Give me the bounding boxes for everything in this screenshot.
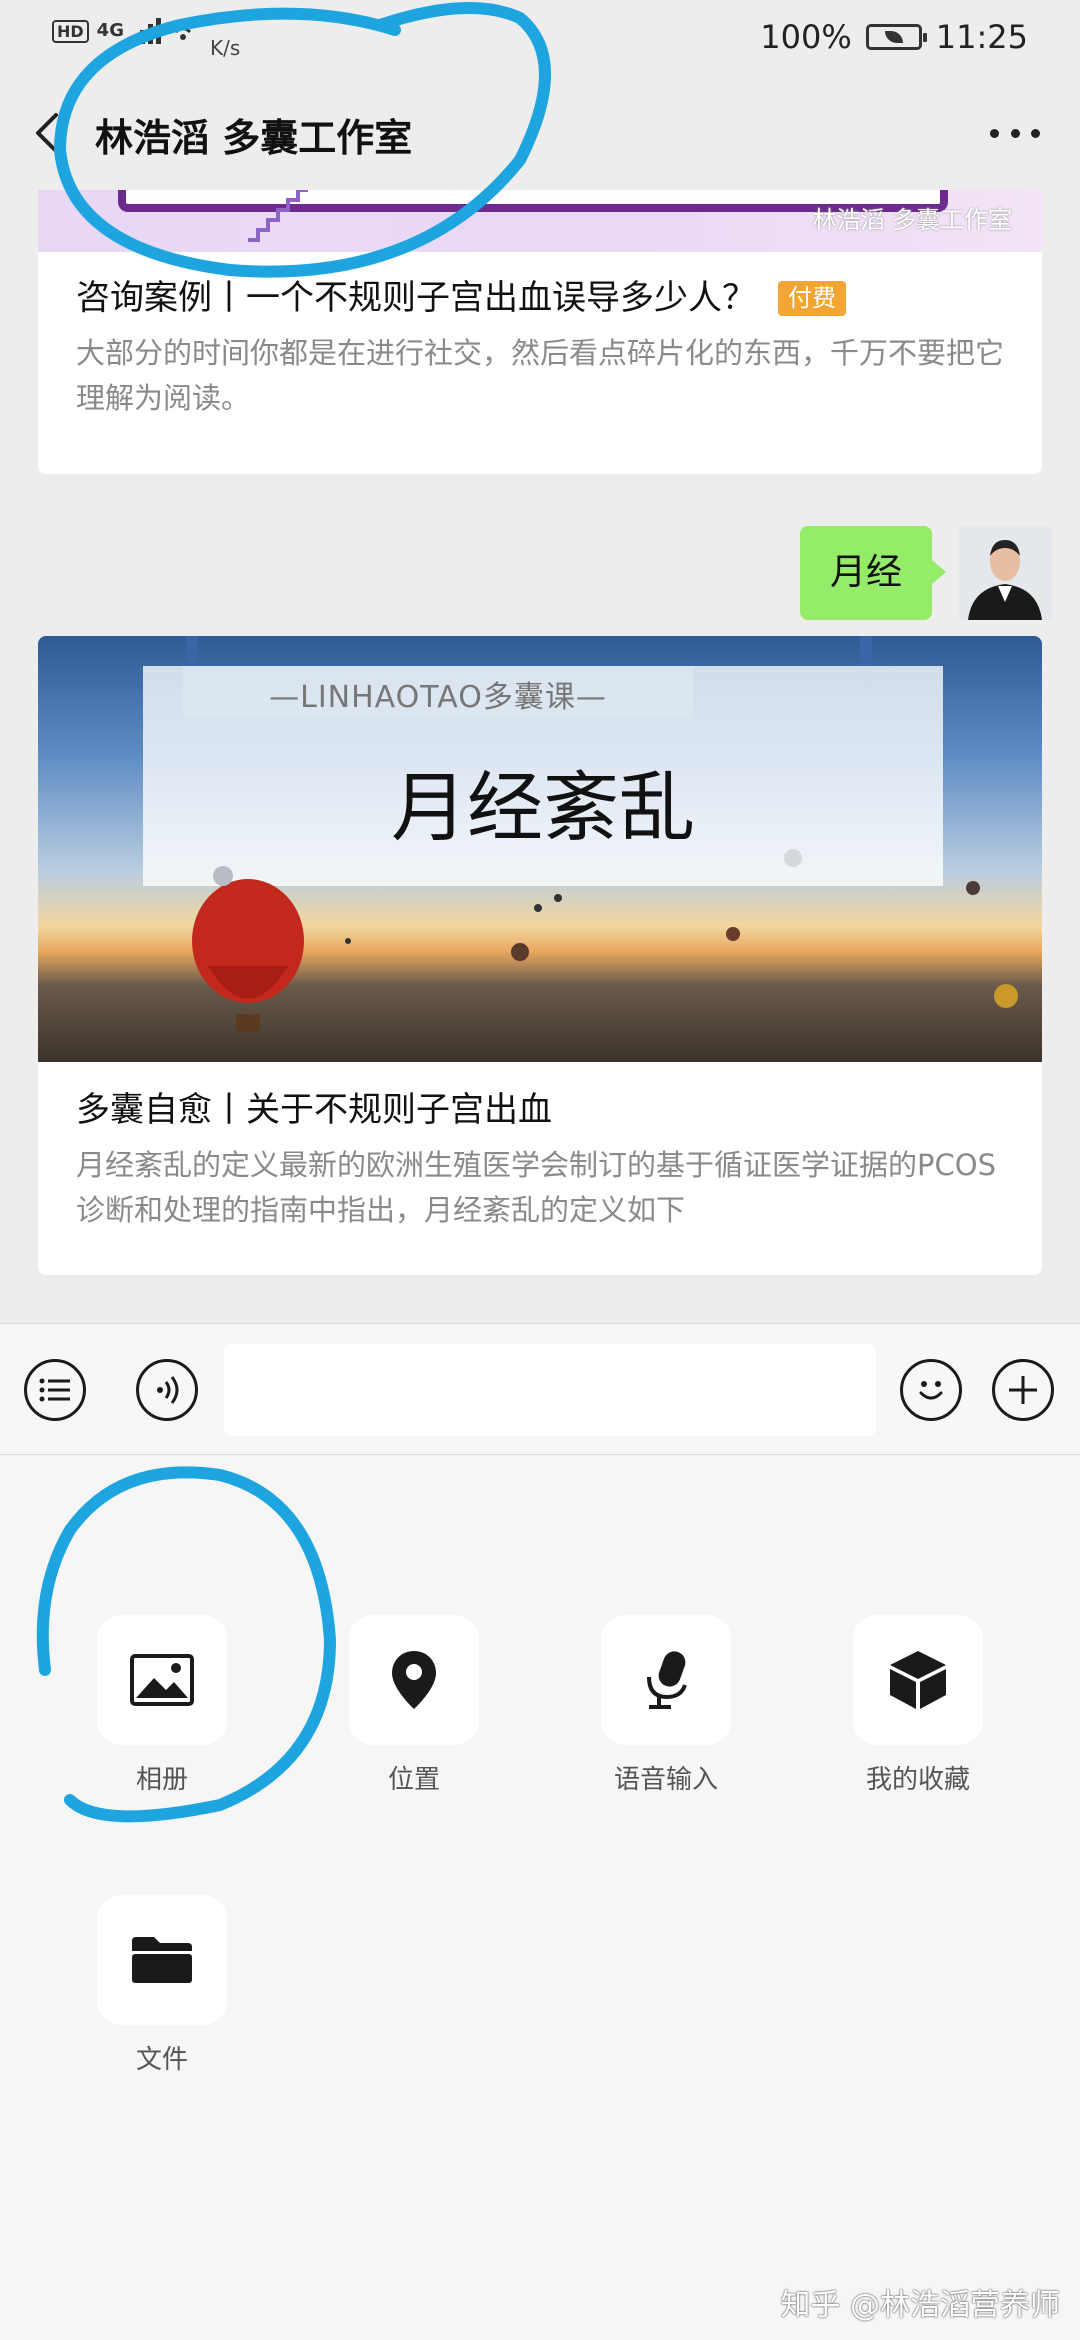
emoji-button[interactable] bbox=[900, 1359, 962, 1421]
signal-icon bbox=[131, 18, 161, 44]
more-functions-button[interactable] bbox=[992, 1359, 1054, 1421]
back-button[interactable] bbox=[28, 105, 68, 161]
article-title: 多囊自愈丨关于不规则子宫出血 bbox=[76, 1090, 552, 1130]
article-title-row: 咨询案例丨一个不规则子宫出血误导多少人？ 付费 bbox=[76, 278, 1004, 319]
article-description: 大部分的时间你都是在进行社交，然后看点碎片化的东西，千万不要把它理解为阅读。 bbox=[76, 335, 1005, 415]
favorites-label: 我的收藏 bbox=[865, 1765, 970, 1795]
hot-air-balloons-art bbox=[192, 849, 1018, 1032]
folder-icon bbox=[132, 1937, 192, 1983]
location-label: 位置 bbox=[387, 1765, 440, 1795]
status-bar: HD 4G K/s 100% 11:25 bbox=[0, 0, 1080, 75]
panel-item-location[interactable]: 位置 bbox=[334, 1615, 494, 1796]
avatar[interactable] bbox=[958, 526, 1052, 620]
microphone-icon bbox=[647, 1651, 687, 1709]
cover-watermark: 林浩滔 多囊工作室 bbox=[812, 206, 1012, 234]
favorites-box-icon bbox=[890, 1651, 946, 1709]
voice-input-tile[interactable] bbox=[601, 1615, 731, 1745]
photo-album-icon bbox=[130, 1654, 194, 1706]
album-tile[interactable] bbox=[97, 1615, 227, 1745]
panel-item-voice-input[interactable]: 语音输入 bbox=[586, 1615, 746, 1796]
back-arrow-icon bbox=[36, 113, 58, 153]
location-pin-icon bbox=[392, 1651, 436, 1709]
status-left: HD 4G bbox=[52, 18, 197, 44]
voice-button[interactable] bbox=[136, 1359, 198, 1421]
message-input[interactable] bbox=[224, 1344, 876, 1436]
panel-item-favorites[interactable]: 我的收藏 bbox=[838, 1615, 998, 1796]
article-cover-image: —LINHAOTAO多囊课— 月经紊乱 bbox=[38, 636, 1042, 1062]
emoji-icon bbox=[919, 1381, 943, 1400]
sent-message-row: 月经 bbox=[799, 526, 1052, 620]
input-bar bbox=[0, 1323, 1080, 1455]
album-label: 相册 bbox=[135, 1765, 188, 1795]
article-card[interactable]: —LINHAOTAO多囊课— 月经紊乱 多囊自愈丨关于不规则子宫出血 月经紊乱的… bbox=[38, 636, 1042, 1275]
panel-item-album[interactable]: 相册 bbox=[82, 1615, 242, 1796]
chat-messages[interactable]: 林浩滔 多囊工作室 咨询案例丨一个不规则子宫出血误导多少人？ 付费 大部分的时间… bbox=[0, 190, 1080, 1323]
voice-wave-icon bbox=[157, 1376, 179, 1404]
paid-badge: 付费 bbox=[778, 281, 846, 316]
voice-input-label: 语音输入 bbox=[613, 1765, 718, 1795]
network-speed: K/s bbox=[210, 36, 241, 60]
more-options-button[interactable] bbox=[990, 115, 1040, 151]
battery-icon bbox=[865, 24, 927, 50]
panel-item-file[interactable]: 文件 bbox=[82, 1895, 242, 2076]
article-cover-image: 林浩滔 多囊工作室 bbox=[38, 190, 1042, 252]
battery-percent: 100% bbox=[760, 18, 852, 56]
menu-list-button[interactable] bbox=[24, 1359, 86, 1421]
file-label: 文件 bbox=[135, 2045, 188, 2075]
function-panel: 相册 位置 语音输入 我的收藏 文件 bbox=[0, 1455, 1080, 2340]
favorites-tile[interactable] bbox=[853, 1615, 983, 1745]
chat-title: 林浩滔 多囊工作室 bbox=[95, 116, 413, 160]
message-bubble[interactable]: 月经 bbox=[799, 526, 947, 620]
wifi-icon bbox=[170, 20, 196, 40]
location-tile[interactable] bbox=[349, 1615, 479, 1745]
clock: 11:25 bbox=[935, 18, 1028, 56]
list-icon bbox=[39, 1378, 70, 1402]
article-description: 月经紊乱的定义最新的欧洲生殖医学会制订的基于循证医学证据的PCOS诊断和处理的指… bbox=[76, 1147, 996, 1227]
article-card[interactable]: 林浩滔 多囊工作室 咨询案例丨一个不规则子宫出血误导多少人？ 付费 大部分的时间… bbox=[38, 190, 1042, 474]
nav-bar: 林浩滔 多囊工作室 bbox=[0, 75, 1080, 190]
hd-indicator: HD bbox=[52, 19, 89, 43]
article-title: 咨询案例丨一个不规则子宫出血误导多少人？ bbox=[76, 278, 756, 318]
source-watermark: 知乎 @林浩滔营养师 bbox=[780, 2288, 1060, 2323]
network-type: 4G bbox=[96, 20, 124, 41]
plus-icon bbox=[1009, 1376, 1037, 1404]
status-right: 100% 11:25 bbox=[760, 18, 1028, 56]
file-tile[interactable] bbox=[97, 1895, 227, 2025]
